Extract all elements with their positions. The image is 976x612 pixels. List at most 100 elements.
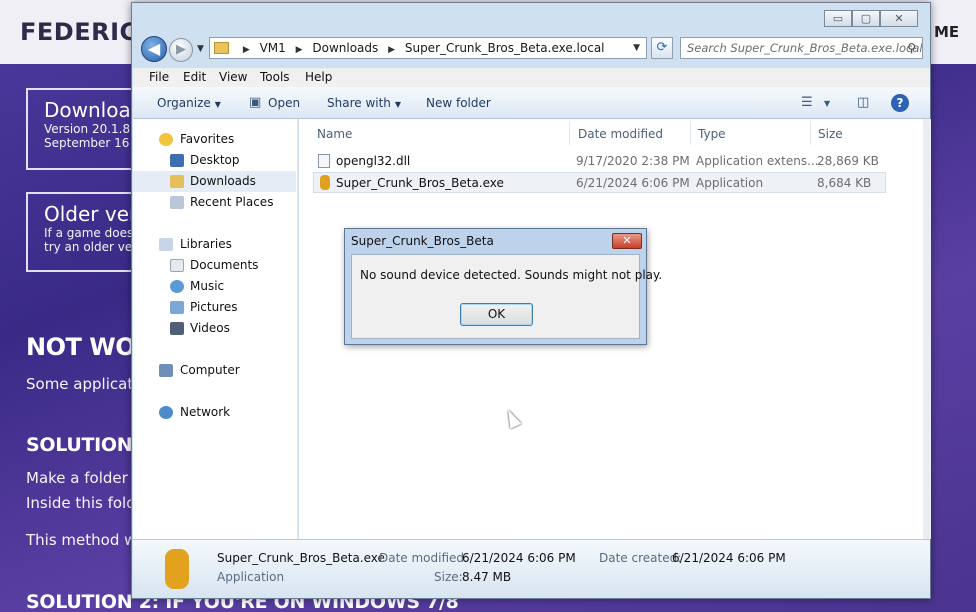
open-icon: ▣: [249, 95, 262, 110]
forward-button[interactable]: ▶: [169, 38, 193, 62]
chevron-down-icon[interactable]: ▼: [633, 38, 640, 58]
site-logo[interactable]: FEDERIC: [20, 18, 138, 46]
download-card[interactable]: Downloa Version 20.1.8 September 16: [26, 88, 146, 170]
paragraph-method: This method w: [26, 531, 137, 549]
ok-button[interactable]: OK: [460, 303, 533, 326]
nav-desktop[interactable]: Desktop: [133, 150, 296, 171]
navigation-pane: Favorites Desktop Downloads Recent Place…: [133, 119, 298, 539]
nav-computer[interactable]: Computer: [133, 360, 296, 381]
recent-places-icon: [170, 196, 184, 209]
search-input[interactable]: Search Super_Crunk_Bros_Beta.exe.local ⚲: [680, 37, 923, 59]
open-button[interactable]: Open: [268, 96, 300, 110]
nav-pictures[interactable]: Pictures: [133, 297, 296, 318]
file-row[interactable]: opengl32.dll 9/17/2020 2:38 PM Applicati…: [313, 151, 886, 172]
minimize-button[interactable]: ▭: [824, 10, 852, 27]
documents-icon: [170, 259, 184, 272]
column-divider[interactable]: [810, 121, 811, 145]
menu-help[interactable]: Help: [305, 70, 332, 84]
details-date-modified: 6/21/2024 6:06 PM: [462, 551, 576, 565]
music-icon: [170, 280, 184, 293]
details-size-label: Size:: [434, 570, 463, 584]
folder-icon: [214, 42, 229, 54]
nav-music[interactable]: Music: [133, 276, 296, 297]
details-pane: Super_Crunk_Bros_Beta.exe Application Da…: [133, 539, 930, 598]
scrollbar[interactable]: [923, 119, 931, 539]
nav-documents[interactable]: Documents: [133, 255, 296, 276]
site-nav-item[interactable]: ME: [934, 23, 959, 41]
column-divider[interactable]: [690, 121, 691, 145]
libraries-icon: [159, 238, 173, 251]
chevron-right-icon[interactable]: ▶: [296, 45, 303, 55]
nav-favorites[interactable]: Favorites: [133, 129, 296, 150]
details-date-created-label: Date created:: [599, 551, 682, 565]
preview-pane-icon[interactable]: ◫: [857, 95, 869, 110]
dialog-close-button[interactable]: ✕: [612, 233, 642, 249]
file-date: 9/17/2020 2:38 PM: [576, 154, 690, 168]
message-dialog: Super_Crunk_Bros_Beta ✕ No sound device …: [344, 228, 662, 345]
nav-network[interactable]: Network: [133, 402, 296, 423]
downloads-folder-icon: [170, 175, 184, 188]
file-name: Super_Crunk_Bros_Beta.exe: [336, 176, 504, 190]
column-header-date-modified[interactable]: Date modified: [578, 127, 663, 141]
paragraph-make-folder: Make a folder w: [26, 469, 145, 487]
file-type: Application extens...: [696, 154, 819, 168]
organize-button[interactable]: Organize ▼: [157, 96, 221, 110]
column-header-name[interactable]: Name: [317, 127, 352, 141]
recent-pages-dropdown-icon[interactable]: ▼: [197, 44, 204, 54]
breadcrumb-downloads[interactable]: Downloads: [312, 41, 378, 55]
refresh-button[interactable]: ⟳: [651, 37, 673, 59]
nav-downloads-label: Downloads: [190, 174, 256, 188]
pictures-icon: [170, 301, 184, 314]
application-large-icon: [165, 549, 189, 589]
menu-edit[interactable]: Edit: [183, 70, 206, 84]
column-header-type[interactable]: Type: [698, 127, 726, 141]
close-button[interactable]: ✕: [880, 10, 918, 27]
nav-libraries-label: Libraries: [180, 237, 232, 251]
share-with-label: Share with: [327, 96, 391, 110]
older-card-line1: If a game does: [44, 226, 134, 240]
share-with-button[interactable]: Share with ▼: [327, 96, 401, 110]
details-size: 8.47 MB: [462, 570, 512, 584]
chevron-right-icon[interactable]: ▶: [388, 45, 395, 55]
older-card-title: Older ver: [44, 202, 138, 226]
computer-icon: [159, 364, 173, 377]
menu-bar: File Edit View Tools Help: [133, 68, 930, 87]
search-placeholder: Search Super_Crunk_Bros_Beta.exe.local: [687, 41, 923, 55]
command-bar: Organize ▼ ▣ Open Share with ▼ New folder …: [133, 87, 930, 119]
menu-tools[interactable]: Tools: [260, 70, 290, 84]
chevron-right-icon[interactable]: ▶: [243, 45, 250, 55]
file-date: 6/21/2024 6:06 PM: [576, 176, 690, 190]
chevron-down-icon: ▼: [394, 100, 402, 109]
nav-downloads[interactable]: Downloads: [133, 171, 296, 192]
column-header-size[interactable]: Size: [818, 127, 843, 141]
breadcrumb-current-folder[interactable]: Super_Crunk_Bros_Beta.exe.local: [405, 41, 605, 55]
file-name: opengl32.dll: [336, 154, 411, 168]
maximize-button[interactable]: ▢: [852, 10, 880, 27]
file-type: Application: [696, 176, 764, 190]
nav-music-label: Music: [190, 279, 225, 293]
search-icon[interactable]: ⚲: [907, 38, 916, 58]
nav-libraries[interactable]: Libraries: [133, 234, 296, 255]
videos-icon: [170, 322, 184, 335]
nav-computer-label: Computer: [180, 363, 240, 377]
desktop-icon: [170, 154, 184, 167]
address-bar[interactable]: ▶ VM1 ▶ Downloads ▶ Super_Crunk_Bros_Bet…: [209, 37, 647, 59]
details-date-created: 6/21/2024 6:06 PM: [672, 551, 786, 565]
file-row[interactable]: Super_Crunk_Bros_Beta.exe 6/21/2024 6:06…: [313, 172, 886, 193]
nav-recent-places-label: Recent Places: [190, 195, 274, 209]
star-icon: [159, 133, 173, 146]
column-divider[interactable]: [569, 121, 570, 145]
older-versions-card[interactable]: Older ver If a game does try an older ve: [26, 192, 146, 272]
back-button[interactable]: ◀: [141, 36, 167, 62]
nav-videos[interactable]: Videos: [133, 318, 296, 339]
view-options-icon[interactable]: ☰: [801, 95, 813, 110]
new-folder-button[interactable]: New folder: [426, 96, 491, 110]
menu-view[interactable]: View: [219, 70, 247, 84]
download-card-version: Version 20.1.8: [44, 122, 131, 136]
nav-recent-places[interactable]: Recent Places: [133, 192, 296, 213]
breadcrumb-vm1[interactable]: VM1: [260, 41, 286, 55]
organize-label: Organize: [157, 96, 211, 110]
chevron-down-icon[interactable]: ▼: [824, 99, 830, 108]
help-icon[interactable]: ?: [891, 94, 909, 112]
menu-file[interactable]: File: [149, 70, 169, 84]
